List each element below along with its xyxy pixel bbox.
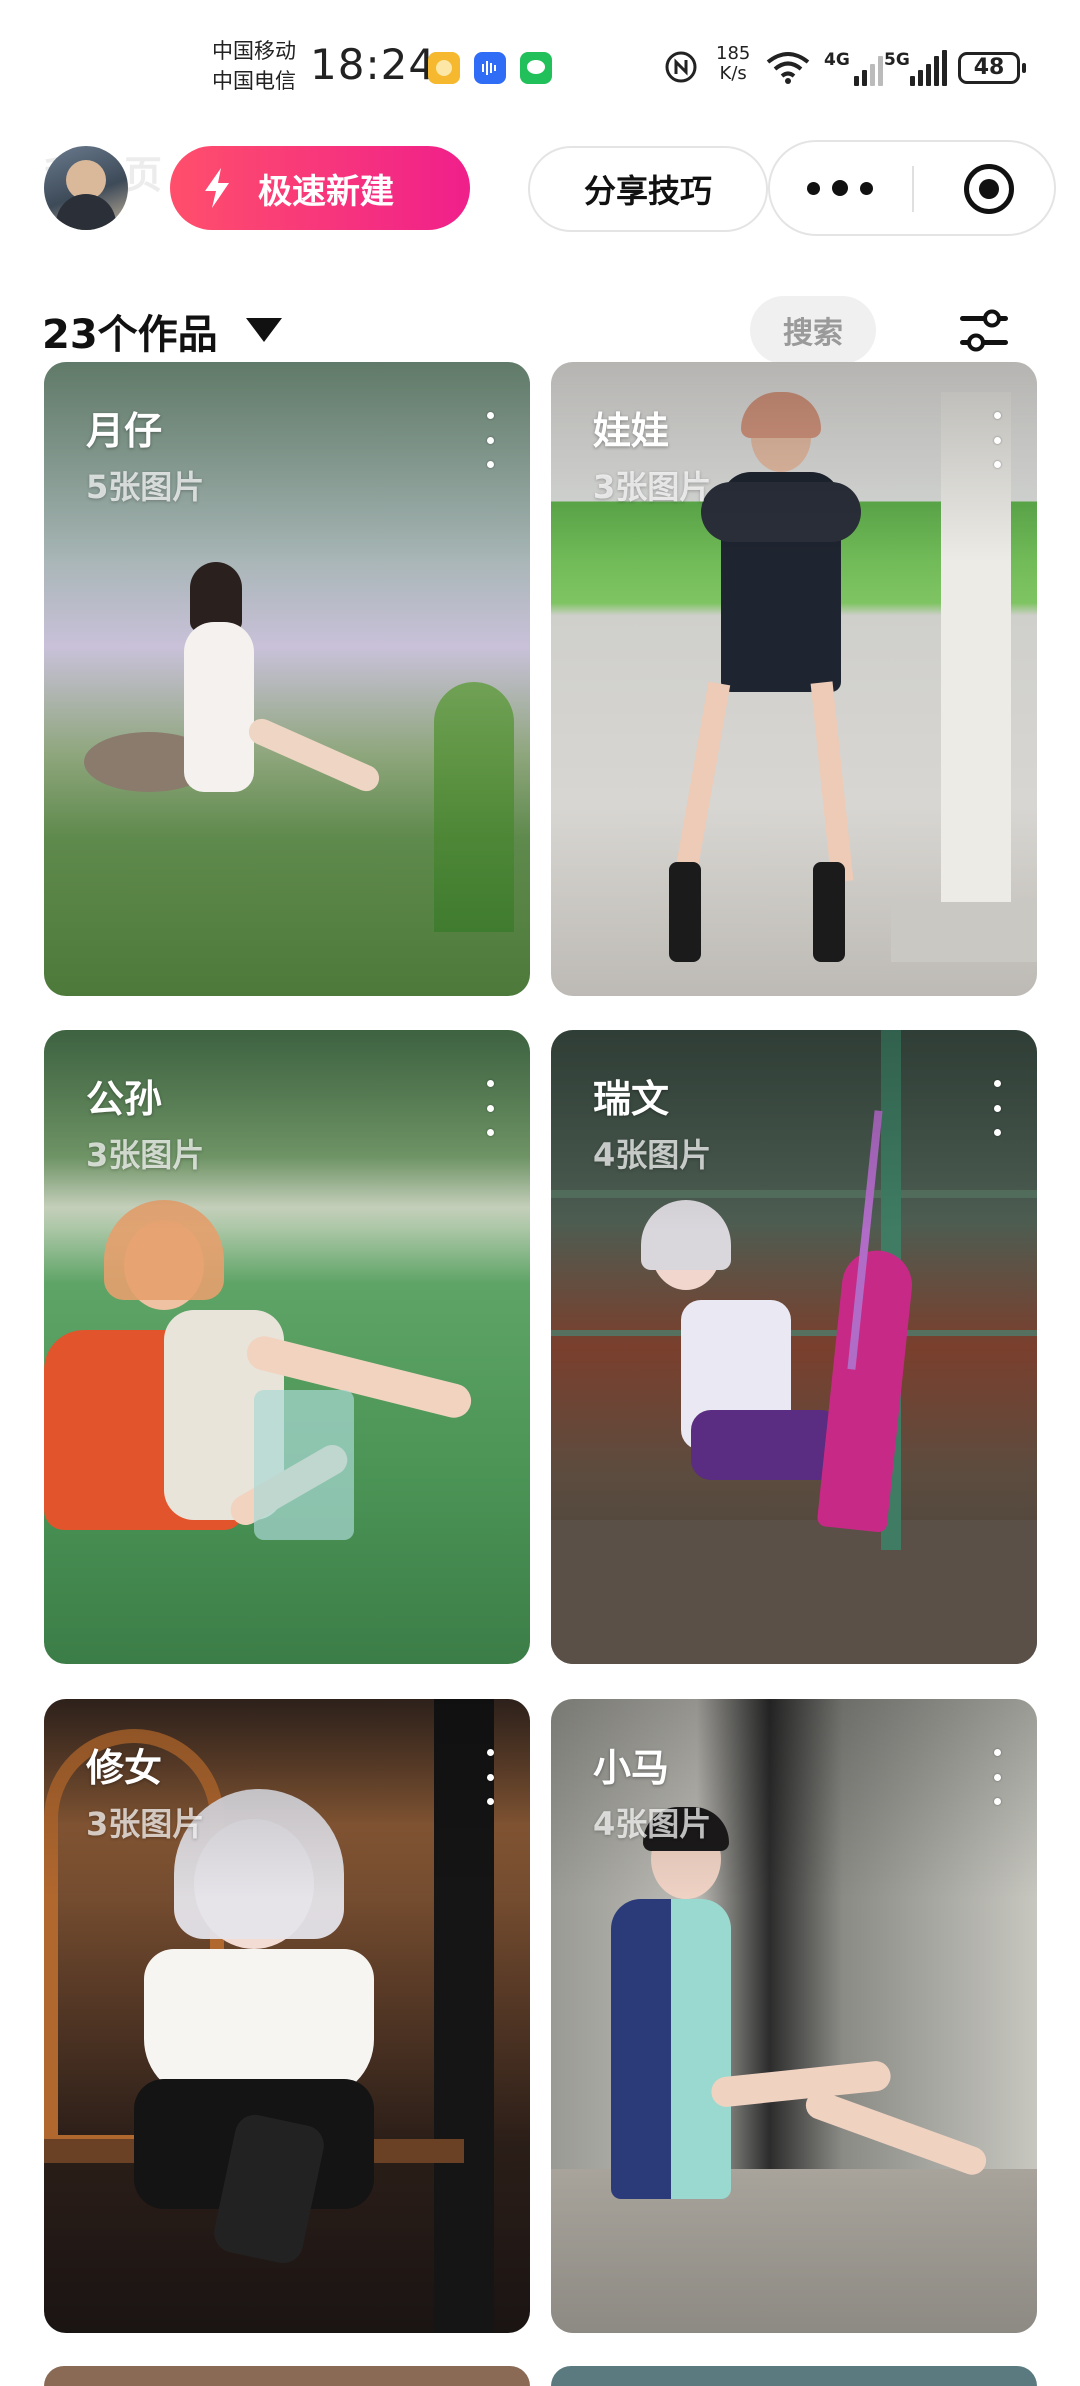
wifi-icon [766, 52, 810, 84]
work-card[interactable]: 瑞文 4张图片 [551, 1030, 1037, 1664]
work-card[interactable]: 修女 3张图片 [44, 1699, 530, 2333]
network-speed: 185 K/s [716, 44, 750, 84]
work-image-count: 3张图片 [593, 468, 712, 506]
work-name: 小马 [593, 1746, 670, 1790]
status-time: 18:24 [310, 40, 437, 89]
network-type-1: 4G [824, 50, 850, 70]
capsule-divider [912, 166, 914, 212]
work-name: 月仔 [86, 409, 163, 453]
caret-down-icon[interactable] [246, 318, 282, 342]
voice-app-icon [474, 52, 506, 84]
search-label: 搜索 [783, 316, 843, 351]
card-more-icon[interactable] [987, 1080, 1007, 1136]
work-image-count: 5张图片 [86, 468, 205, 506]
work-name: 修女 [86, 1746, 163, 1790]
work-card-partial[interactable] [551, 2366, 1037, 2386]
search-button[interactable]: 搜索 [750, 296, 876, 364]
carrier-1: 中国移动 [212, 39, 296, 63]
work-image-count: 4张图片 [593, 1136, 712, 1174]
signal-bars-1 [848, 50, 888, 86]
carrier-labels: 中国移动 中国电信 [212, 36, 296, 96]
card-more-icon[interactable] [987, 412, 1007, 468]
miniprogram-capsule [768, 140, 1056, 236]
filter-sliders-icon[interactable] [958, 308, 1010, 354]
more-dots-icon [807, 181, 820, 195]
card-more-icon[interactable] [480, 1080, 500, 1136]
work-card[interactable]: 公孙 3张图片 [44, 1030, 530, 1664]
quick-create-button[interactable]: 极速新建 [170, 146, 470, 230]
quick-create-label: 极速新建 [258, 171, 394, 212]
share-tips-label: 分享技巧 [583, 172, 712, 210]
work-card[interactable]: 月仔 5张图片 [44, 362, 530, 996]
card-more-icon[interactable] [480, 1749, 500, 1805]
avatar[interactable] [44, 146, 128, 230]
close-target-icon[interactable] [964, 164, 1014, 214]
work-name: 公孙 [86, 1077, 163, 1121]
card-more-icon[interactable] [480, 412, 500, 468]
work-card-partial[interactable] [44, 2366, 530, 2386]
work-image-count: 4张图片 [593, 1805, 712, 1843]
speed-unit: K/s [719, 63, 747, 84]
battery-indicator: 48 [958, 52, 1026, 84]
notification-app-icon [428, 52, 460, 84]
share-tips-button[interactable]: 分享技巧 [528, 146, 768, 232]
works-count-dropdown[interactable]: 23个作品 [42, 302, 218, 360]
work-card[interactable]: 娃娃 3张图片 [551, 362, 1037, 996]
nfc-icon [665, 51, 697, 83]
status-bar: 中国移动 中国电信 18:24 185 K/s 4G 5G 48 [0, 0, 1080, 110]
work-image-count: 3张图片 [86, 1805, 205, 1843]
carrier-2: 中国电信 [212, 69, 296, 93]
work-name: 娃娃 [593, 409, 670, 453]
more-options-button[interactable] [770, 142, 910, 234]
card-more-icon[interactable] [987, 1749, 1007, 1805]
work-card[interactable]: 小马 4张图片 [551, 1699, 1037, 2333]
signal-bars-2 [906, 50, 950, 86]
lightning-icon [205, 168, 229, 208]
speed-value: 185 [716, 43, 751, 64]
wechat-icon [520, 52, 552, 84]
work-image-count: 3张图片 [86, 1136, 205, 1174]
work-name: 瑞文 [593, 1077, 670, 1121]
